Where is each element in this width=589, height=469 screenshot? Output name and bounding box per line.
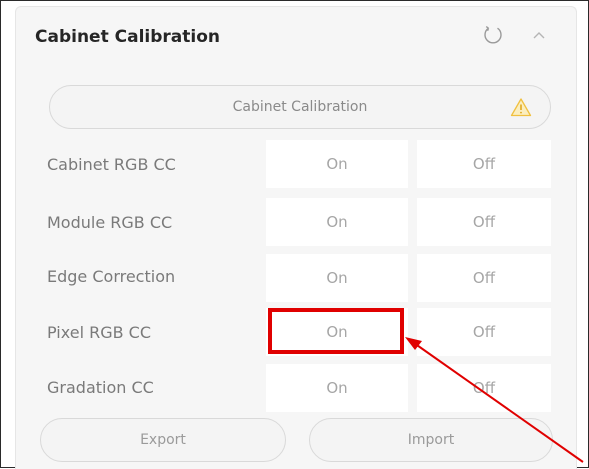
refresh-icon[interactable] [482,24,504,46]
module-rgb-cc-off-button[interactable]: Off [417,198,551,246]
cabinet-calibration-button[interactable]: Cabinet Calibration [49,85,551,129]
module-rgb-cc-on-button[interactable]: On [266,198,408,246]
pixel-rgb-cc-off-button[interactable]: Off [417,308,551,356]
cabinet-rgb-cc-on-button[interactable]: On [266,140,408,188]
annotation-highlight-box [268,308,404,354]
export-button[interactable]: Export [40,418,286,462]
cabinet-rgb-cc-off-button[interactable]: Off [417,140,551,188]
row-label-module-rgb-cc: Module RGB CC [47,213,173,232]
edge-correction-off-button[interactable]: Off [417,254,551,302]
cabinet-calibration-button-label: Cabinet Calibration [232,99,368,115]
row-label-cabinet-rgb-cc: Cabinet RGB CC [47,155,176,174]
row-label-edge-correction: Edge Correction [47,267,176,286]
import-button[interactable]: Import [309,418,553,462]
gradation-cc-on-button[interactable]: On [266,364,408,412]
warning-icon [510,98,532,117]
gradation-cc-off-button[interactable]: Off [417,364,551,412]
panel-title: Cabinet Calibration [35,27,220,47]
chevron-up-icon[interactable] [529,26,549,44]
row-label-pixel-rgb-cc: Pixel RGB CC [47,323,152,342]
edge-correction-on-button[interactable]: On [266,254,408,302]
row-label-gradation-cc: Gradation CC [47,378,154,397]
